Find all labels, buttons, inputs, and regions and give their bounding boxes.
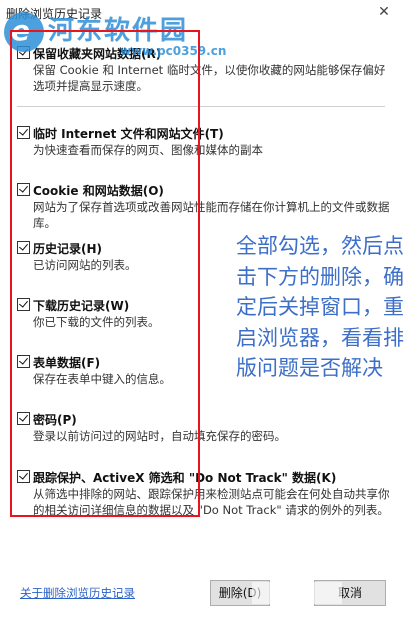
option-label: 历史记录(H): [33, 242, 103, 256]
option-description: 网站为了保存首选项或改善网站性能而存储在你计算机上的文件或数据库。: [33, 200, 390, 230]
watermark-name: 河东软件园: [48, 16, 189, 46]
option-label: 下载历史记录(W): [33, 299, 130, 313]
option-label: 跟踪保护、ActiveX 筛选和 "Do Not Track" 数据(K): [33, 471, 337, 485]
logo-e-icon: e: [11, 14, 30, 47]
option-description: 从筛选中排除的网站、跟踪保护用来检测站点可能会在何处自动共享你的相关访问详细信息…: [33, 487, 390, 517]
watermark-url: www.pc0359.cn: [120, 44, 227, 58]
option-label: Cookie 和网站数据(O): [33, 184, 164, 198]
checkbox-tracking-protection[interactable]: [17, 470, 30, 483]
option-description: 登录以前访问过的网站时，自动填充保存的密码。: [33, 429, 286, 443]
about-delete-history-link[interactable]: 关于删除浏览历史记录: [20, 585, 135, 601]
checkbox-history[interactable]: [17, 241, 30, 254]
option-label: 表单数据(F): [33, 356, 101, 370]
checkbox-cookies[interactable]: [17, 183, 30, 196]
checkbox-download-history[interactable]: [17, 298, 30, 311]
watermark-logo: e 河东软件园 www.pc0359.cn: [4, 8, 226, 60]
option-label: 密码(P): [33, 413, 77, 427]
separator: [17, 106, 385, 107]
checkbox-temp-files[interactable]: [17, 126, 30, 139]
option-description: 为快速查看而保存的网页、图像和媒体的副本: [33, 143, 263, 157]
annotation-text: 全部勾选，然后点击下方的删除，确定后关掉窗口，重启浏览器，看看排版问题是否解决: [236, 234, 404, 380]
watermark-overlay: [252, 582, 342, 604]
option-label: 临时 Internet 文件和网站文件(T): [33, 127, 224, 141]
option-description: 保留 Cookie 和 Internet 临时文件，以使你收藏的网站能够保存偏好…: [33, 63, 386, 93]
checkbox-form-data[interactable]: [17, 355, 30, 368]
checkbox-passwords[interactable]: [17, 412, 30, 425]
close-icon[interactable]: ✕: [364, 0, 404, 24]
